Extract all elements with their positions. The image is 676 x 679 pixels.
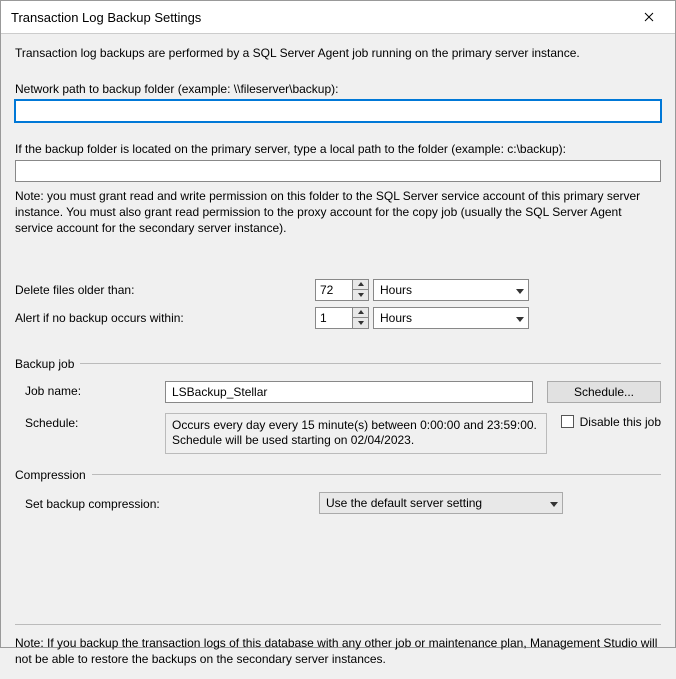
close-button[interactable] [633, 7, 665, 27]
job-name-label: Job name: [25, 381, 165, 398]
delete-files-label: Delete files older than: [15, 283, 315, 297]
intro-text: Transaction log backups are performed by… [15, 46, 661, 60]
alert-no-backup-unit-select[interactable]: Hours [373, 307, 529, 329]
spinner-up-icon[interactable] [353, 280, 368, 291]
spinner-up-icon[interactable] [353, 308, 368, 319]
alert-no-backup-unit-value: Hours [380, 311, 412, 325]
job-name-input[interactable] [165, 381, 533, 403]
backup-job-legend: Backup job [15, 357, 661, 371]
local-path-input[interactable] [15, 160, 661, 182]
network-path-input[interactable] [15, 100, 661, 122]
spinner-down-icon[interactable] [353, 318, 368, 328]
close-icon [644, 12, 654, 22]
compression-legend: Compression [15, 468, 661, 482]
alert-no-backup-label: Alert if no backup occurs within: [15, 311, 315, 325]
compression-value: Use the default server setting [326, 496, 482, 510]
delete-files-value[interactable] [316, 280, 352, 300]
disable-job-label: Disable this job [580, 415, 661, 429]
bottom-note: Note: If you backup the transaction logs… [15, 635, 661, 667]
permission-note: Note: you must grant read and write perm… [15, 188, 661, 237]
window-title: Transaction Log Backup Settings [11, 10, 201, 25]
chevron-down-icon [516, 311, 524, 325]
delete-files-unit-value: Hours [380, 283, 412, 297]
spinner-down-icon[interactable] [353, 290, 368, 300]
schedule-label: Schedule: [25, 413, 165, 430]
schedule-description: Occurs every day every 15 minute(s) betw… [165, 413, 547, 454]
delete-files-unit-select[interactable]: Hours [373, 279, 529, 301]
chevron-down-icon [550, 496, 558, 510]
divider [15, 624, 661, 625]
schedule-button[interactable]: Schedule... [547, 381, 661, 403]
disable-job-checkbox[interactable] [561, 415, 574, 428]
title-bar: Transaction Log Backup Settings [1, 1, 675, 34]
compression-select[interactable]: Use the default server setting [319, 492, 563, 514]
alert-no-backup-spinner[interactable] [315, 307, 369, 329]
compression-label: Set backup compression: [25, 494, 315, 511]
chevron-down-icon [516, 283, 524, 297]
alert-no-backup-value[interactable] [316, 308, 352, 328]
network-path-label: Network path to backup folder (example: … [15, 82, 661, 96]
delete-files-spinner[interactable] [315, 279, 369, 301]
local-path-label: If the backup folder is located on the p… [15, 142, 661, 156]
